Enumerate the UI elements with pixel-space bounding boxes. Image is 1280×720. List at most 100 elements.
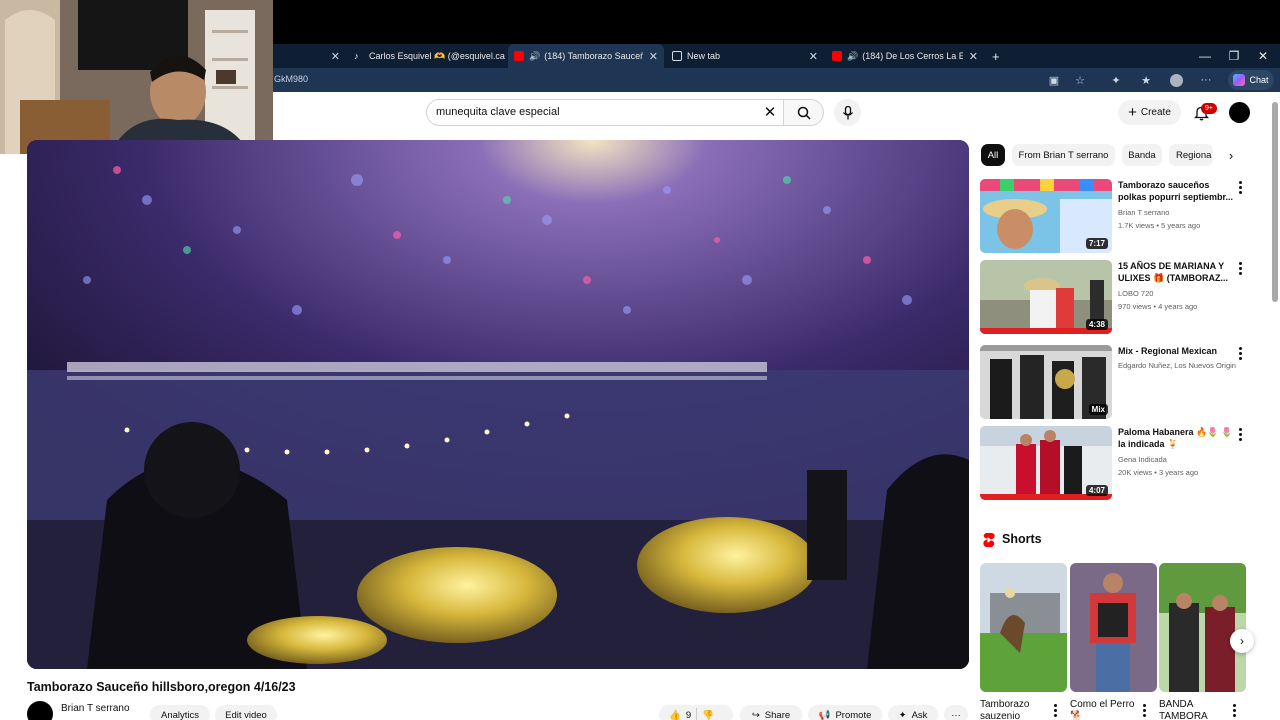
new-tab-button[interactable]: + (986, 44, 1006, 68)
video-thumbnail[interactable]: 4:07 (980, 426, 1112, 500)
short-title[interactable]: Tamborazo sauzenio (980, 699, 1052, 720)
thumbs-down-icon[interactable]: 👎 (702, 710, 714, 720)
short-title[interactable]: BANDA TAMBORA (1159, 699, 1231, 720)
tab-active-video[interactable]: 🔊 (184) Tamborazo Sauceño hil ✕ (508, 44, 664, 68)
recommendation-channel[interactable]: Gena Indicada (1118, 455, 1236, 464)
duration-badge: 7:17 (1085, 238, 1108, 249)
mix-badge: Mix (1088, 404, 1108, 415)
more-vert-icon[interactable] (1234, 260, 1246, 276)
scrollbar[interactable] (1272, 102, 1278, 302)
clear-search-icon[interactable]: ✕ (760, 102, 780, 122)
extensions-icon[interactable]: ✦ (1106, 70, 1126, 90)
close-icon[interactable]: ✕ (325, 50, 340, 63)
favorite-star-icon[interactable]: ☆ (1070, 70, 1090, 90)
recommendation-title[interactable]: Mix - Regional Mexican (1118, 345, 1236, 357)
thumbs-up-icon[interactable]: 👍 (669, 710, 681, 720)
close-window-button[interactable]: ✕ (1248, 44, 1278, 68)
tiktok-icon: ♪ (354, 51, 359, 61)
more-vert-icon[interactable] (1234, 426, 1246, 442)
share-button[interactable]: ↪ Share (740, 705, 802, 720)
restore-button[interactable]: ❐ (1219, 44, 1249, 68)
recommendation-title[interactable]: Tamborazo sauceños polkas popurri septie… (1118, 179, 1236, 203)
short-title[interactable]: Como el Perro 🐕 (1070, 699, 1142, 720)
more-menu-icon[interactable]: ··· (1196, 70, 1216, 90)
microphone-icon (842, 105, 853, 119)
minimize-button[interactable]: — (1190, 44, 1220, 68)
tab-label: (184) De Los Cerros La Escu (862, 51, 963, 61)
shorts-heading: Shorts (1002, 532, 1042, 546)
webcam-overlay (0, 0, 273, 154)
more-vert-icon[interactable] (1139, 703, 1149, 717)
tab-new-tab[interactable]: New tab ✕ (666, 44, 824, 68)
account-avatar[interactable] (1229, 102, 1250, 123)
recommendation-item[interactable]: 4:07 Paloma Habanera 🔥🌷 🌷 la indicada 🍹 … (980, 426, 1250, 502)
recommendation-item[interactable]: Mix Mix - Regional Mexican Edgardo Nuñez… (980, 345, 1250, 421)
short-thumbnail[interactable] (980, 563, 1067, 692)
search-input[interactable]: munequita clave especial (436, 106, 560, 118)
recommendation-item[interactable]: 7:17 Tamborazo sauceños polkas popurri s… (980, 179, 1250, 255)
promote-label: Promote (835, 709, 872, 720)
recommendation-title[interactable]: 15 AÑOS DE MARIANA Y ULIXES 🎁 (TAMBORAZ.… (1118, 260, 1236, 284)
more-vert-icon[interactable] (1234, 345, 1246, 361)
video-thumbnail[interactable]: 4:38 (980, 260, 1112, 334)
chip-regional[interactable]: Regiona (1169, 144, 1213, 166)
channel-avatar[interactable] (27, 701, 53, 720)
close-icon[interactable]: ✕ (643, 50, 658, 63)
recommendation-channel[interactable]: Brian T serrano (1118, 208, 1236, 217)
profile-icon[interactable] (1166, 70, 1186, 90)
more-actions-button[interactable]: ··· (944, 705, 968, 720)
video-player[interactable] (27, 140, 969, 669)
copilot-chat-button[interactable]: Chat (1228, 70, 1274, 90)
like-count: 9 (685, 709, 692, 720)
url-field[interactable]: GkM980 (274, 74, 308, 84)
more-vert-icon[interactable] (1229, 703, 1239, 717)
promote-button[interactable]: 📢 Promote (808, 705, 882, 720)
edit-video-label: Edit video (225, 709, 267, 720)
close-icon[interactable]: ✕ (505, 50, 506, 63)
chip-all[interactable]: All (981, 144, 1005, 166)
recommendation-item[interactable]: 4:38 15 AÑOS DE MARIANA Y ULIXES 🎁 (TAMB… (980, 260, 1250, 336)
youtube-icon (514, 51, 524, 61)
audio-icon[interactable]: 🔊 (847, 51, 858, 62)
close-icon[interactable]: ✕ (963, 50, 978, 63)
recommendation-title[interactable]: Paloma Habanera 🔥🌷 🌷 la indicada 🍹 (1118, 426, 1236, 450)
short-thumbnail[interactable] (1070, 563, 1157, 692)
search-button[interactable] (784, 99, 824, 126)
audio-icon[interactable]: 🔊 (529, 51, 540, 62)
video-title: Tamborazo Sauceño hillsboro,oregon 4/16/… (27, 680, 296, 694)
recommendation-meta: 970 views • 4 years ago (1118, 302, 1198, 311)
video-thumbnail[interactable]: 7:17 (980, 179, 1112, 253)
recommendation-meta: 1.7K views • 5 years ago (1118, 221, 1201, 230)
recommendation-channel[interactable]: Edgardo Nuñez, Los Nuevos Origin... (1118, 361, 1236, 370)
tab-0[interactable]: ✕ (274, 44, 346, 68)
analytics-button[interactable]: Analytics (150, 705, 210, 720)
recommendation-channel[interactable]: LOBO 720 (1118, 289, 1236, 298)
chip-banda[interactable]: Banda (1122, 144, 1162, 166)
mix-thumbnail[interactable]: Mix (980, 345, 1112, 419)
create-button[interactable]: + Create (1118, 100, 1181, 125)
more-vert-icon[interactable] (1050, 703, 1060, 717)
like-dislike-group: 👍 9 👎 (659, 705, 733, 720)
duration-badge: 4:38 (1085, 319, 1108, 330)
tab-tiktok[interactable]: ♪ Carlos Esquivel 🫶 (@esquivel.ca ✕ (348, 44, 506, 68)
tab-other-video[interactable]: 🔊 (184) De Los Cerros La Escu ✕ (826, 44, 984, 68)
chat-label: Chat (1249, 75, 1269, 85)
channel-name[interactable]: Brian T serrano (61, 703, 130, 714)
short-thumbnail[interactable] (1159, 563, 1246, 692)
search-icon (797, 106, 811, 120)
favorites-icon[interactable]: ★ (1136, 70, 1156, 90)
shorts-icon (983, 533, 995, 547)
ask-button[interactable]: ✦ Ask (888, 705, 938, 720)
chip-from-channel[interactable]: From Brian T serrano (1012, 144, 1115, 166)
voice-search-button[interactable] (834, 99, 861, 126)
recommendation-meta: 20K views • 3 years ago (1118, 468, 1199, 477)
edit-video-button[interactable]: Edit video (215, 705, 277, 720)
chevron-right-icon[interactable]: › (1222, 146, 1240, 164)
reader-icon[interactable]: ▣ (1044, 70, 1064, 90)
plus-icon: + (1128, 103, 1137, 121)
close-icon[interactable]: ✕ (803, 50, 818, 63)
share-icon: ↪ (751, 709, 760, 720)
chevron-right-icon[interactable]: › (1230, 629, 1254, 653)
more-vert-icon[interactable] (1234, 179, 1246, 195)
share-label: Share (764, 709, 791, 720)
